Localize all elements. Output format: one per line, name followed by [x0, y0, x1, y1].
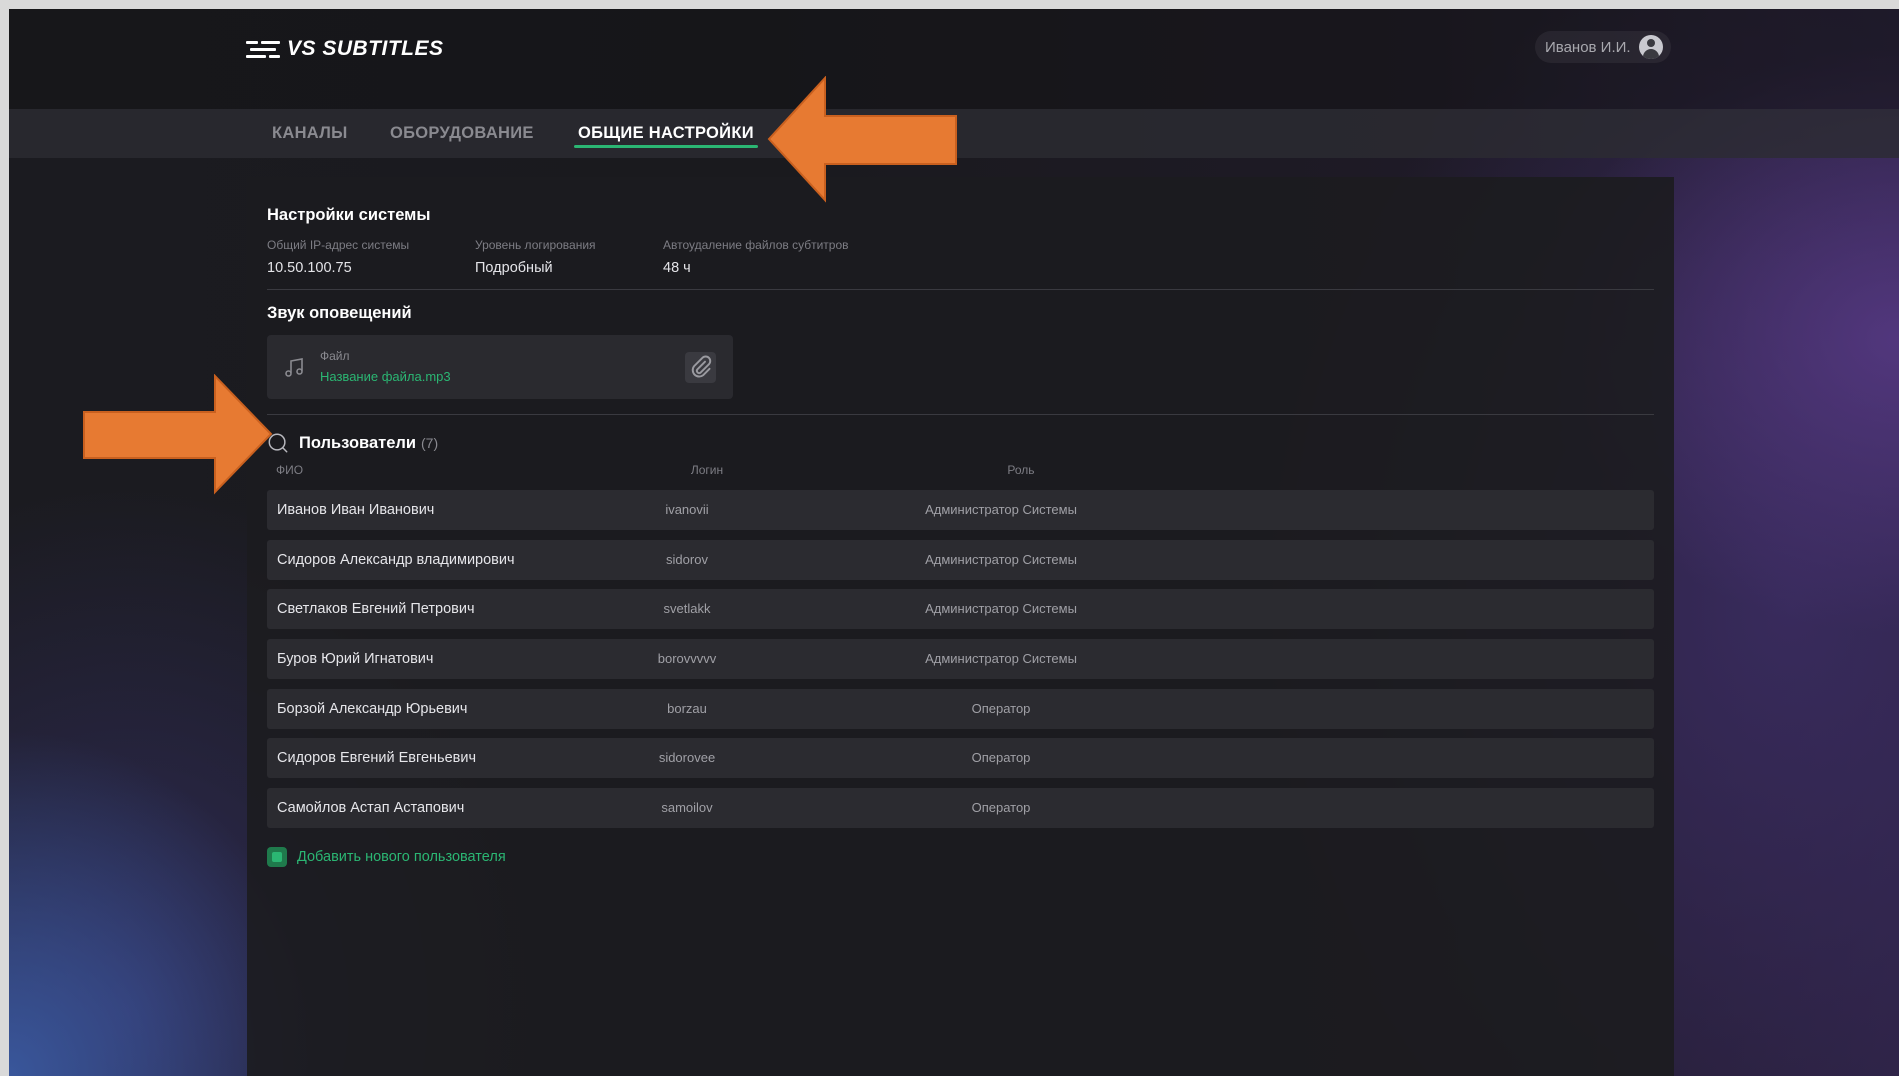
- system-settings-title: Настройки системы: [267, 206, 431, 224]
- sound-file-field[interactable]: Файл Название файла.mp3: [267, 335, 733, 399]
- user-name-cell: Борзой Александр Юрьевич: [277, 701, 468, 717]
- add-user-button[interactable]: Добавить нового пользователя: [267, 847, 506, 867]
- file-label: Файл: [320, 349, 350, 363]
- column-header-name: ФИО: [276, 463, 304, 477]
- divider: [267, 289, 1654, 290]
- logo[interactable]: VS SUBTITLES: [246, 37, 444, 61]
- callout-arrow-right-icon: [83, 374, 273, 495]
- user-login-cell: samoilov: [661, 800, 713, 815]
- table-row[interactable]: Сидоров Александр владимирович sidorov А…: [267, 540, 1654, 580]
- user-role-cell: Администратор Системы: [925, 552, 1077, 567]
- log-level-label: Уровень логирования: [475, 238, 596, 252]
- user-avatar-icon: [1638, 35, 1663, 59]
- table-row[interactable]: Светлаков Евгений Петрович svetlakk Адми…: [267, 589, 1654, 629]
- logo-icon: [246, 39, 280, 59]
- user-menu[interactable]: Иванов И.И.: [1535, 31, 1671, 63]
- column-header-login: Логин: [690, 463, 724, 477]
- user-login-cell: ivanovii: [665, 502, 709, 517]
- user-login-cell: borovvvvv: [657, 651, 717, 666]
- users-header: Пользователи (7): [267, 432, 438, 454]
- column-header-role: Роль: [1007, 463, 1035, 477]
- ip-address-value[interactable]: 10.50.100.75: [267, 260, 352, 276]
- music-note-icon: [285, 358, 303, 377]
- user-login-cell: sidorov: [666, 552, 708, 567]
- attach-file-button[interactable]: [685, 352, 716, 383]
- add-user-label: Добавить нового пользователя: [297, 849, 506, 865]
- table-row[interactable]: Борзой Александр Юрьевич borzau Оператор: [267, 689, 1654, 729]
- divider: [267, 414, 1654, 415]
- callout-arrow-left-icon: [767, 76, 957, 203]
- file-name[interactable]: Название файла.mp3: [320, 369, 451, 384]
- user-name: Иванов И.И.: [1545, 38, 1631, 56]
- auto-delete-value[interactable]: 48 ч: [663, 260, 691, 276]
- user-name-cell: Самойлов Астап Астапович: [277, 800, 465, 816]
- user-login-cell: borzau: [667, 701, 707, 716]
- table-row[interactable]: Самойлов Астап Астапович samoilov Операт…: [267, 788, 1654, 828]
- settings-panel: Настройки системы Общий IP-адрес системы…: [247, 177, 1674, 1076]
- ip-address-label: Общий IP-адрес системы: [267, 238, 410, 252]
- log-level-value[interactable]: Подробный: [475, 260, 553, 276]
- user-role-cell: Администратор Системы: [925, 502, 1077, 517]
- users-title: Пользователи (7): [299, 433, 439, 452]
- user-role-cell: Оператор: [971, 701, 1031, 716]
- users-count: (7): [421, 434, 439, 451]
- app-name: VS SUBTITLES: [287, 37, 444, 60]
- table-row[interactable]: Сидоров Евгений Евгеньевич sidorovee Опе…: [267, 738, 1654, 778]
- user-name-cell: Светлаков Евгений Петрович: [277, 601, 475, 617]
- user-name-cell: Иванов Иван Иванович: [277, 502, 435, 518]
- user-name-cell: Сидоров Евгений Евгеньевич: [277, 750, 476, 766]
- notification-sound-title: Звук оповещений: [267, 304, 412, 322]
- auto-delete-label: Автоудаление файлов субтитров: [663, 238, 849, 252]
- tab-equipment[interactable]: ОБОРУДОВАНИЕ: [390, 109, 534, 158]
- user-role-cell: Администратор Системы: [925, 651, 1077, 666]
- user-role-cell: Администратор Системы: [925, 601, 1077, 616]
- user-login-cell: sidorovee: [658, 750, 716, 765]
- user-role-cell: Оператор: [971, 800, 1031, 815]
- tab-general-settings[interactable]: ОБЩИЕ НАСТРОЙКИ: [574, 109, 758, 158]
- table-row[interactable]: Буров Юрий Игнатович borovvvvv Администр…: [267, 639, 1654, 679]
- user-name-cell: Буров Юрий Игнатович: [277, 651, 434, 667]
- add-icon: [267, 847, 287, 867]
- table-row[interactable]: Иванов Иван Иванович ivanovii Администра…: [267, 490, 1654, 530]
- user-login-cell: svetlakk: [663, 601, 711, 616]
- tab-channels[interactable]: КАНАЛЫ: [272, 109, 348, 158]
- user-role-cell: Оператор: [971, 750, 1031, 765]
- paperclip-icon: [691, 355, 712, 378]
- app-window: VS SUBTITLES Иванов И.И. КАНАЛЫ ОБОРУДОВ…: [9, 9, 1899, 1076]
- user-name-cell: Сидоров Александр владимирович: [277, 552, 515, 568]
